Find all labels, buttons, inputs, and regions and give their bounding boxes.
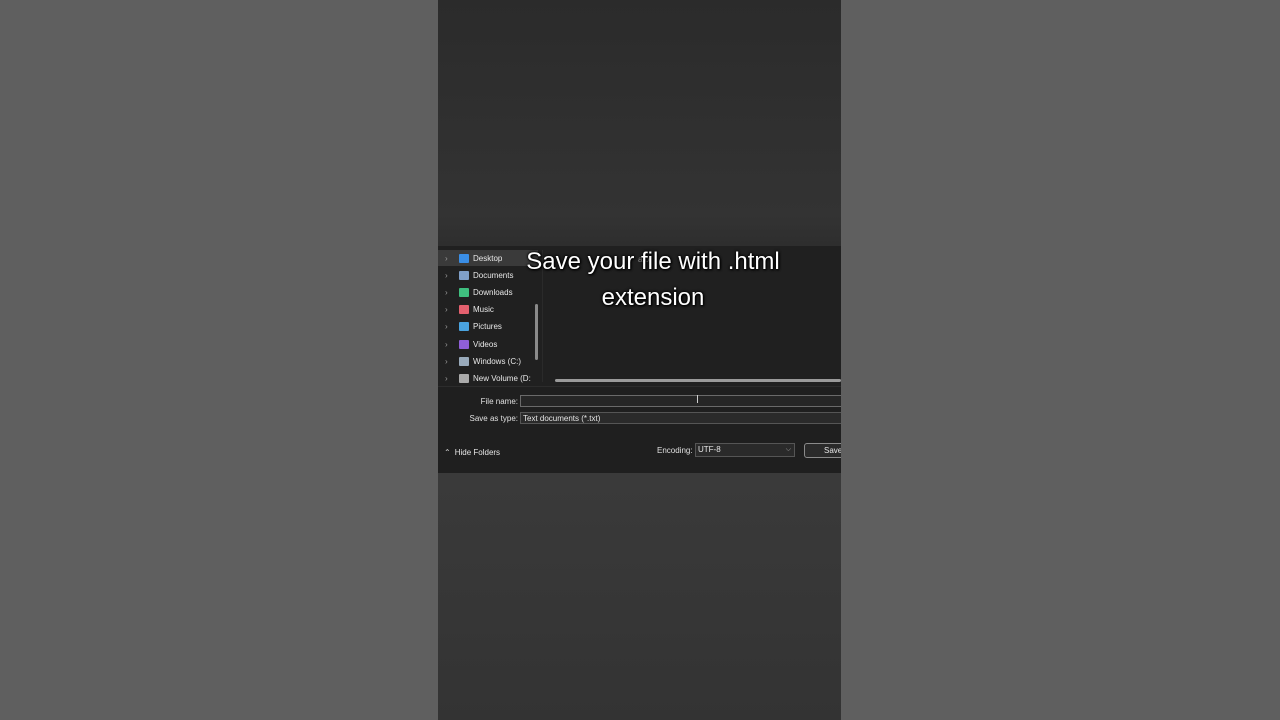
file-name-input[interactable]: [520, 395, 841, 407]
drive-icon: [459, 373, 469, 383]
chevron-right-icon[interactable]: ›: [445, 340, 457, 349]
right-blur-background: [841, 0, 1280, 720]
chevron-right-icon[interactable]: ›: [445, 357, 457, 366]
encoding-label: Encoding:: [657, 446, 693, 455]
nav-item-label: Pictures: [473, 322, 502, 332]
nav-item-label: Videos: [473, 339, 498, 349]
encoding-value: UTF-8: [698, 445, 721, 454]
drive-icon: [459, 356, 469, 366]
save-as-type-select[interactable]: Text documents (*.txt): [520, 412, 841, 424]
chevron-up-icon: ⌃: [444, 448, 451, 457]
nav-item-videos[interactable]: › Videos: [438, 336, 538, 352]
videos-icon: [459, 339, 469, 349]
video-caption: Save your file with .html extension: [438, 244, 841, 316]
dialog-bottom-panel: File name: Save as type: Text documents …: [438, 386, 841, 473]
nav-item-label: Windows (C:): [473, 356, 522, 366]
nav-item-windows-c[interactable]: › Windows (C:): [438, 353, 538, 369]
save-button[interactable]: Save: [804, 443, 841, 458]
hide-folders-label: Hide Folders: [454, 448, 501, 457]
chevron-down-icon: ⌵: [785, 446, 791, 453]
caption-line-1: Save your file with .html: [526, 248, 780, 275]
encoding-select[interactable]: UTF-8 ⌵: [695, 443, 795, 457]
hide-folders-button[interactable]: ⌃ Hide Folders: [444, 448, 500, 457]
nav-item-new-volume-d[interactable]: › New Volume (D:: [438, 370, 538, 386]
left-blur-background: [0, 0, 438, 720]
chevron-right-icon[interactable]: ›: [445, 322, 457, 331]
file-name-label: File name:: [480, 397, 518, 406]
text-cursor-icon: [697, 395, 698, 403]
chevron-right-icon[interactable]: ›: [445, 374, 457, 383]
nav-item-label: New Volume (D:: [473, 373, 531, 383]
nav-item-pictures[interactable]: › Pictures: [438, 319, 538, 335]
caption-line-2: extension: [601, 284, 705, 311]
save-as-type-label: Save as type:: [469, 414, 518, 423]
pictures-icon: [459, 322, 469, 332]
video-frame: › Desktop › Documents › Downloads › Music › Pictu…: [438, 0, 841, 720]
file-list-scrollbar[interactable]: [555, 379, 841, 382]
